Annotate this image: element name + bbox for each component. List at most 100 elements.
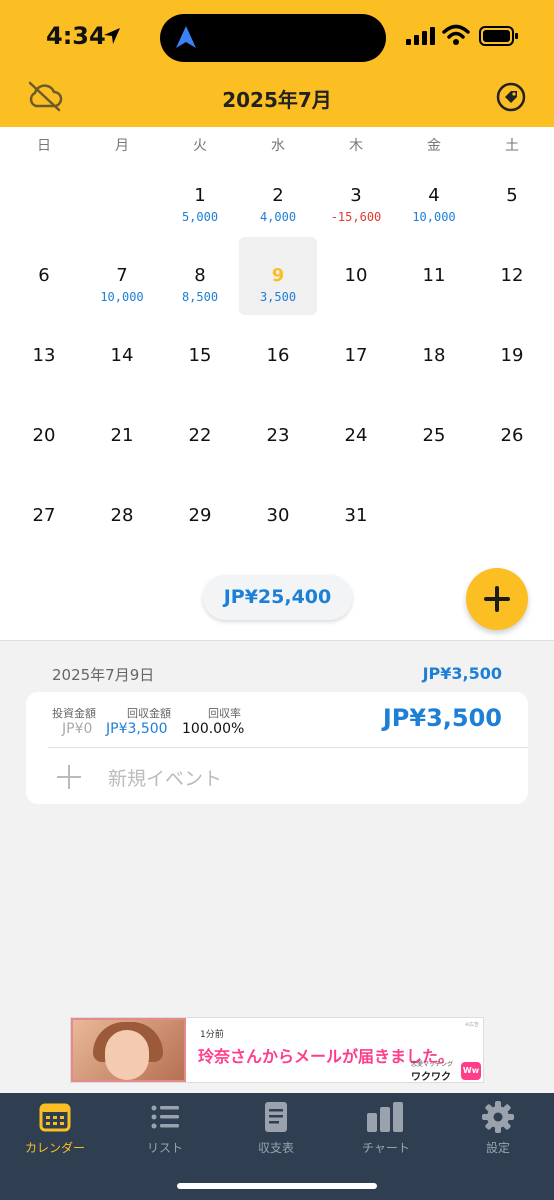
day-cell[interactable]: 31 (317, 477, 395, 555)
day-cell[interactable]: 14 (83, 317, 161, 395)
day-cell[interactable]: 2 4,000 (239, 157, 317, 235)
day-number: 21 (110, 425, 134, 446)
day-number: 6 (38, 265, 50, 286)
weekday-label: 火 (193, 138, 207, 154)
day-cell[interactable]: 6 (5, 237, 83, 315)
add-button[interactable] (466, 568, 528, 630)
day-cell[interactable]: 17 (317, 317, 395, 395)
day-cell[interactable]: 28 (83, 477, 161, 555)
rate-value: 100.00% (182, 721, 245, 737)
day-amount: -15,600 (330, 210, 382, 224)
day-number: 8 (194, 265, 206, 286)
day-number: 17 (344, 345, 368, 366)
day-number: 23 (266, 425, 290, 446)
day-cell[interactable]: 18 (395, 317, 473, 395)
day-cell[interactable]: 1 5,000 (161, 157, 239, 235)
day-cell[interactable]: 16 (239, 317, 317, 395)
tab-calendar[interactable]: カレンダー (0, 1101, 110, 1156)
day-cell[interactable]: 20 (5, 397, 83, 475)
day-number: 31 (344, 505, 368, 526)
day-number: 18 (422, 345, 446, 366)
day-cell[interactable]: 7 10,000 (83, 237, 161, 315)
plus-icon (484, 586, 510, 612)
card-separator (48, 747, 528, 748)
day-cell[interactable]: 13 (5, 317, 83, 395)
weekday-label: 水 (271, 138, 285, 154)
day-cell[interactable]: 30 (239, 477, 317, 555)
day-amount: 10,000 (412, 210, 456, 224)
home-indicator (177, 1183, 377, 1189)
day-cell[interactable]: 5 (473, 157, 551, 235)
day-number: 24 (344, 425, 368, 446)
weekday-label: 土 (505, 138, 519, 154)
plus-icon[interactable] (56, 764, 82, 790)
month-total[interactable]: JP¥25,400 (203, 575, 352, 620)
day-number: 1 (194, 185, 206, 206)
weekday-label: 木 (349, 138, 363, 154)
tab-settings[interactable]: 設定 (443, 1101, 553, 1156)
status-time: 4:34 (46, 22, 106, 50)
day-number: 12 (500, 265, 524, 286)
day-cell[interactable]: 26 (473, 397, 551, 475)
weekday-label: 日 (37, 138, 51, 154)
event-card[interactable]: 投資金額 JP¥0 回収金額 JP¥3,500 回収率 100.00% JP¥3… (26, 692, 528, 804)
ad-corner-note: ※広告 (464, 1022, 479, 1028)
invest-value: JP¥0 (62, 721, 93, 737)
tab-chart[interactable]: チャート (331, 1101, 441, 1156)
divider (0, 640, 554, 641)
tab-list[interactable]: リスト (110, 1101, 220, 1156)
location-arrow-icon (104, 28, 120, 44)
new-event-button[interactable]: 新規イベント (108, 764, 222, 791)
day-number: 22 (188, 425, 212, 446)
day-number: 2 (272, 185, 284, 206)
bar-chart-icon (367, 1102, 403, 1132)
day-number: 7 (116, 265, 128, 286)
day-cell[interactable]: 29 (161, 477, 239, 555)
day-cell[interactable]: 12 (473, 237, 551, 315)
tab-statement[interactable]: 収支表 (221, 1101, 331, 1156)
day-number: 4 (428, 185, 440, 206)
day-number: 14 (110, 345, 134, 366)
calendar: 日 月 火 水 木 金 土 1 5,000 2 4,000 3 -15,600 4 10,000 5 6 7 10… (0, 127, 554, 641)
selected-date: 2025年7月9日 (52, 666, 155, 684)
ad-banner[interactable]: 1分前 玲奈さんからメールが届きました。 恋愛マッチング ワクワク Ww ※広告 (70, 1017, 484, 1083)
day-cell[interactable]: 15 (161, 317, 239, 395)
day-cell[interactable]: 27 (5, 477, 83, 555)
day-cell[interactable]: 22 (161, 397, 239, 475)
day-cell[interactable]: 19 (473, 317, 551, 395)
document-icon (265, 1102, 287, 1132)
ad-subtitle: 恋愛マッチング (411, 1061, 454, 1068)
month-title: 2025年7月 (222, 88, 332, 112)
tab-label: 設定 (485, 1141, 510, 1155)
day-cell[interactable]: 25 (395, 397, 473, 475)
day-cell[interactable]: 4 10,000 (395, 157, 473, 235)
day-number: 15 (188, 345, 212, 366)
tag-icon[interactable] (496, 82, 526, 112)
rate-label: 回収率 (208, 707, 241, 720)
day-cell[interactable]: 9 3,500 (239, 237, 317, 315)
day-number: 30 (266, 505, 290, 526)
day-cell[interactable]: 21 (83, 397, 161, 475)
day-number: 20 (32, 425, 56, 446)
day-cell[interactable]: 11 (395, 237, 473, 315)
day-cell[interactable]: 8 8,500 (161, 237, 239, 315)
day-amount: 5,000 (181, 210, 219, 224)
day-number: 5 (506, 185, 518, 206)
weekday-label: 月 (115, 138, 129, 154)
day-number: 19 (500, 345, 524, 366)
day-cell[interactable]: 24 (317, 397, 395, 475)
day-number: 26 (500, 425, 524, 446)
day-cell[interactable]: 3 -15,600 (317, 157, 395, 235)
cellular-signal-icon (406, 27, 435, 45)
list-icon (151, 1105, 179, 1129)
day-number: 27 (32, 505, 56, 526)
day-amount: 4,000 (259, 210, 297, 224)
day-number: 11 (422, 265, 446, 286)
calendar-icon (39, 1103, 71, 1132)
invest-label: 投資金額 (52, 707, 96, 720)
day-cell[interactable]: 10 (317, 237, 395, 315)
return-value: JP¥3,500 (106, 721, 168, 737)
ad-image (71, 1018, 186, 1082)
day-number: 29 (188, 505, 212, 526)
day-cell[interactable]: 23 (239, 397, 317, 475)
